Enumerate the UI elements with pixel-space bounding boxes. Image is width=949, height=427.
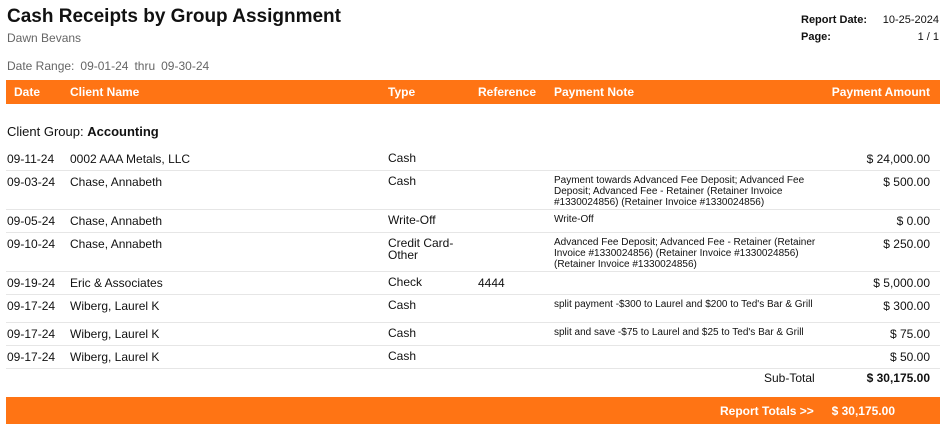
cell-type: Check — [388, 275, 423, 289]
cell-date: 09-17-24 — [7, 350, 56, 364]
client-group-heading: Client Group: Accounting — [7, 124, 159, 139]
table-header: Date Client Name Type Reference Payment … — [6, 80, 940, 104]
cell-amount: $ 500.00 — [883, 175, 930, 189]
table-row: 09-17-24 Wiberg, Laurel K Cash split pay… — [6, 295, 940, 323]
cell-reference: 4444 — [478, 276, 505, 290]
cell-client: Chase, Annabeth — [70, 175, 163, 189]
cell-client: 0002 AAA Metals, LLC — [70, 152, 191, 166]
column-header-reference: Reference — [478, 85, 537, 99]
column-header-amount: Payment Amount — [831, 85, 930, 99]
table-row: 09-05-24 Chase, Annabeth Write-Off Write… — [6, 210, 940, 233]
cell-type: Cash — [388, 349, 417, 363]
cell-client: Chase, Annabeth — [70, 214, 163, 228]
date-range-thru: thru — [134, 59, 156, 73]
date-range-to: 09-30-24 — [161, 59, 210, 73]
table-row: 09-03-24 Chase, Annabeth Cash Payment to… — [6, 171, 940, 210]
client-group-label: Client Group: — [7, 124, 84, 139]
date-range-label: Date Range: — [7, 59, 75, 73]
cell-type: Credit Card-Other — [388, 236, 454, 262]
cell-client: Eric & Associates — [70, 276, 163, 290]
client-group-name: Accounting — [87, 124, 159, 139]
page-value: 1 / 1 — [917, 30, 939, 43]
cell-date: 09-17-24 — [7, 327, 56, 341]
column-header-note: Payment Note — [554, 85, 635, 99]
report-totals-value: $ 30,175.00 — [831, 404, 895, 418]
report-title: Cash Receipts by Group Assignment — [7, 6, 341, 27]
report-user: Dawn Bevans — [7, 31, 82, 45]
subtotal-value: $ 30,175.00 — [866, 371, 930, 385]
cell-note: Payment towards Advanced Fee Deposit; Ad… — [554, 175, 805, 208]
cell-note: split payment -$300 to Laurel and $200 t… — [554, 299, 813, 310]
report-totals-label: Report Totals >> — [720, 404, 814, 418]
table-row: 09-19-24 Eric & Associates Check 4444 $ … — [6, 272, 940, 295]
cell-amount: $ 75.00 — [889, 327, 930, 341]
page-label: Page: — [801, 30, 831, 43]
cell-note: split and save -$75 to Laurel and $25 to… — [554, 327, 804, 338]
cell-type: Cash — [388, 151, 417, 165]
column-header-client: Client Name — [70, 85, 140, 99]
subtotal-label: Sub-Total — [764, 371, 815, 385]
cell-date: 09-10-24 — [7, 237, 56, 251]
table-row: 09-11-24 0002 AAA Metals, LLC Cash $ 24,… — [6, 148, 940, 171]
cell-amount: $ 0.00 — [896, 214, 930, 228]
cell-client: Wiberg, Laurel K — [70, 327, 160, 341]
table-row: 09-10-24 Chase, Annabeth Credit Card-Oth… — [6, 233, 940, 272]
cell-type: Cash — [388, 326, 417, 340]
cell-amount: $ 250.00 — [883, 237, 930, 251]
cell-client: Chase, Annabeth — [70, 237, 163, 251]
date-range: Date Range: 09-01-24 thru 09-30-24 — [7, 59, 209, 73]
cell-note: Write-Off — [554, 214, 594, 225]
cell-client: Wiberg, Laurel K — [70, 350, 160, 364]
report-totals-bar: Report Totals >> $ 30,175.00 — [6, 397, 940, 424]
report-date-label: Report Date: — [801, 13, 868, 26]
receipts-table: 09-11-24 0002 AAA Metals, LLC Cash $ 24,… — [6, 148, 940, 369]
report-date-value: 10-25-2024 — [882, 13, 939, 26]
cell-client: Wiberg, Laurel K — [70, 299, 160, 313]
column-header-type: Type — [388, 85, 416, 99]
cell-amount: $ 300.00 — [883, 299, 930, 313]
cell-amount: $ 24,000.00 — [866, 152, 930, 166]
cell-amount: $ 50.00 — [889, 350, 930, 364]
cell-type: Cash — [388, 298, 417, 312]
cell-date: 09-11-24 — [7, 152, 55, 166]
cell-date: 09-17-24 — [7, 299, 56, 313]
table-row: 09-17-24 Wiberg, Laurel K Cash split and… — [6, 323, 940, 346]
report-meta: Report Date: 10-25-2024 Page: 1 / 1 — [801, 11, 939, 45]
date-range-from: 09-01-24 — [80, 59, 129, 73]
cell-type: Cash — [388, 174, 417, 188]
cell-note: Advanced Fee Deposit; Advanced Fee - Ret… — [554, 237, 816, 270]
cell-date: 09-05-24 — [7, 214, 56, 228]
table-row: 09-17-24 Wiberg, Laurel K Cash $ 50.00 — [6, 346, 940, 369]
cell-date: 09-03-24 — [7, 175, 56, 189]
column-header-date: Date — [14, 85, 41, 99]
cell-type: Write-Off — [388, 213, 436, 227]
cell-date: 09-19-24 — [7, 276, 56, 290]
cell-amount: $ 5,000.00 — [873, 276, 930, 290]
